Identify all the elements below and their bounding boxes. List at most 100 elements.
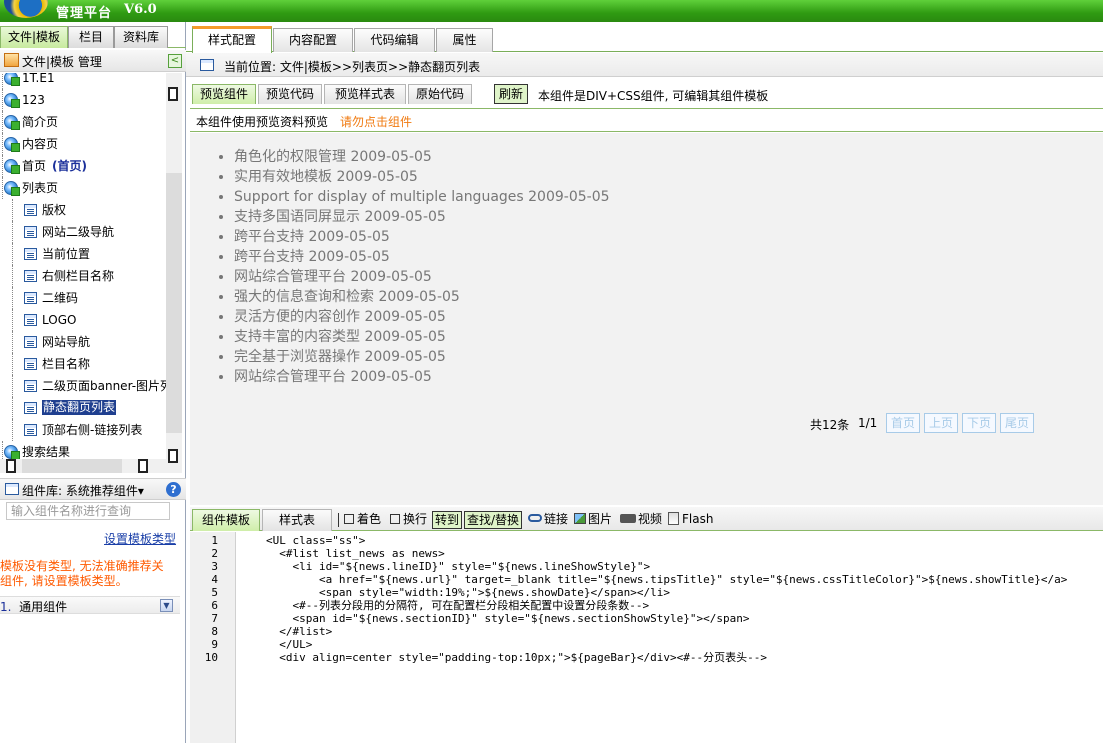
syntax-color-toggle[interactable]: 着色 — [344, 511, 381, 529]
tree-connector — [12, 287, 13, 309]
tree-vertical-scrollbar[interactable] — [166, 73, 182, 473]
find-replace-button[interactable]: 查找/替换 — [464, 511, 523, 529]
tree-node-component[interactable]: LOGO — [0, 309, 166, 331]
tab-stylesheet[interactable]: 样式表 — [262, 509, 332, 531]
tree-node-component[interactable]: 网站导航 — [0, 331, 166, 353]
tree-node-label[interactable]: 首页 — [22, 155, 46, 177]
news-item: 灵活方便的内容创作 2009-05-05 — [234, 307, 610, 327]
goto-button[interactable]: 转到 — [432, 511, 463, 529]
set-template-type-link[interactable]: 设置模板类型 — [104, 530, 176, 547]
scroll-left-button[interactable] — [6, 459, 16, 473]
tree-node-label[interactable]: 顶部右侧-链接列表 — [42, 419, 142, 441]
tab-preview-stylesheet[interactable]: 预览样式表 — [324, 84, 406, 104]
tab-component-template[interactable]: 组件模板 — [192, 509, 260, 531]
tree-node-label[interactable]: 二维码 — [42, 287, 78, 309]
code-line[interactable]: <span id="${news.sectionID}" style="${ne… — [266, 612, 749, 625]
code-line[interactable]: <#list list_news as news> — [266, 547, 445, 560]
tree-node-page[interactable]: 简介页 — [0, 111, 166, 133]
code-line[interactable]: <#--列表分段用的分隔符, 可在配置栏分段相关配置中设置分段条数--> — [266, 599, 649, 612]
scrollbar-thumb[interactable] — [22, 459, 122, 473]
tree-node-page[interactable]: 1T.E1 — [0, 73, 166, 89]
tree-node-component[interactable]: 顶部右侧-链接列表 — [0, 419, 166, 441]
collapse-panel-button[interactable]: < — [168, 54, 182, 68]
tree-node-label[interactable]: 当前位置 — [42, 243, 90, 265]
help-icon[interactable]: ? — [166, 482, 181, 497]
tab-content-config[interactable]: 内容配置 — [273, 28, 353, 52]
tree-node-component[interactable]: 版权 — [0, 199, 166, 221]
tree-node-label[interactable]: 网站二级导航 — [42, 221, 114, 243]
group-title: 通用组件 — [19, 600, 68, 614]
next-page-button[interactable]: 下页 — [962, 413, 996, 433]
tree-node-label[interactable]: 静态翻页列表 — [42, 400, 117, 415]
tab-code-edit[interactable]: 代码编辑 — [354, 28, 435, 52]
component-search-input[interactable] — [6, 502, 170, 520]
tree-node-label[interactable]: 栏目名称 — [42, 353, 90, 375]
tree-horizontal-scrollbar[interactable] — [0, 459, 166, 473]
code-line[interactable]: <div align=center style="padding-top:10p… — [266, 651, 767, 664]
insert-image-button[interactable]: 图片 — [574, 511, 612, 529]
group-label: 1. 通用组件 — [0, 598, 67, 615]
prev-page-button[interactable]: 上页 — [924, 413, 958, 433]
component-library-title[interactable]: 组件库: 系统推荐组件▾ — [22, 482, 144, 499]
word-wrap-toggle[interactable]: 换行 — [390, 511, 427, 529]
tree-node-component[interactable]: 当前位置 — [0, 243, 166, 265]
checkbox-icon[interactable] — [344, 514, 354, 524]
component-library-header[interactable]: 组件库: 系统推荐组件▾ ? — [0, 478, 186, 500]
tree-node-label[interactable]: 版权 — [42, 199, 66, 221]
first-page-button[interactable]: 首页 — [886, 413, 920, 433]
code-line[interactable]: <li id="${news.lineID}" style="${news.li… — [266, 560, 650, 573]
tab-preview-component[interactable]: 预览组件 — [192, 84, 256, 104]
insert-video-button[interactable]: 视频 — [620, 511, 662, 529]
code-line[interactable]: <span style="width:19%;">${news.showDate… — [266, 586, 670, 599]
tree-node-label[interactable]: 1T.E1 — [22, 73, 55, 89]
component-group-general[interactable]: 1. 通用组件 ▼ — [0, 596, 180, 614]
expand-down-icon[interactable]: ▼ — [160, 599, 173, 612]
scrollbar-thumb[interactable] — [166, 173, 182, 433]
logo-icon — [4, 0, 48, 18]
tree-node-label[interactable]: LOGO — [42, 309, 76, 331]
tab-columns[interactable]: 栏目 — [68, 26, 114, 48]
tree-node-label[interactable]: 简介页 — [22, 111, 58, 133]
code-line[interactable]: <a href="${news.url}" target=_blank titl… — [266, 573, 1067, 586]
tab-style-config[interactable]: 样式配置 — [192, 26, 272, 53]
tab-preview-code[interactable]: 预览代码 — [258, 84, 322, 104]
tree-node-component[interactable]: 静态翻页列表 — [0, 397, 166, 419]
refresh-button[interactable]: 刷新 — [494, 84, 528, 104]
tree-node-label[interactable]: 123 — [22, 89, 45, 111]
tree-node-component[interactable]: 二维码 — [0, 287, 166, 309]
tree-node-label[interactable]: 网站导航 — [42, 331, 90, 353]
preview-info-bar: 本组件使用预览资料预览 请勿点击组件 — [190, 108, 1103, 132]
tree-node-page[interactable]: 首页 (首页) — [0, 155, 166, 177]
tree-node-component[interactable]: 栏目名称 — [0, 353, 166, 375]
checkbox-icon[interactable] — [390, 514, 400, 524]
scroll-down-button[interactable] — [168, 449, 178, 463]
tab-properties[interactable]: 属性 — [436, 28, 493, 52]
code-line[interactable]: </#list> — [266, 625, 332, 638]
component-icon — [24, 358, 37, 370]
tab-files-templates[interactable]: 文件|模板 — [0, 26, 68, 48]
tree-node-page[interactable]: 列表页 — [0, 177, 166, 199]
insert-flash-button[interactable]: Flash — [668, 511, 713, 529]
tab-library[interactable]: 资料库 — [114, 26, 168, 48]
video-icon — [620, 514, 636, 523]
code-editor[interactable]: 1 2 3 4 5 6 7 8 9 10 <UL class="ss"> <#list list_… — [190, 532, 1103, 743]
tree-node-component[interactable]: 网站二级导航 — [0, 221, 166, 243]
tree-node-label[interactable]: 二级页面banner-图片列 — [42, 375, 166, 397]
code-line[interactable]: </UL> — [266, 638, 312, 651]
line-number: 4 — [211, 573, 218, 586]
tab-raw-code[interactable]: 原始代码 — [408, 84, 472, 104]
tree-node-component[interactable]: 二级页面banner-图片列 — [0, 375, 166, 397]
tree-node-component[interactable]: 右侧栏目名称 — [0, 265, 166, 287]
news-item: 跨平台支持 2009-05-05 — [234, 227, 610, 247]
insert-link-button[interactable]: 链接 — [528, 511, 568, 529]
last-page-button[interactable]: 尾页 — [1000, 413, 1034, 433]
tree-node-label[interactable]: 内容页 — [22, 133, 58, 155]
tree-node-label[interactable]: 右侧栏目名称 — [42, 265, 114, 287]
tree-node-page[interactable]: 123 — [0, 89, 166, 111]
news-item: 跨平台支持 2009-05-05 — [234, 247, 610, 267]
scroll-right-button[interactable] — [138, 459, 148, 473]
tree-node-page[interactable]: 内容页 — [0, 133, 166, 155]
tree-node-label[interactable]: 列表页 — [22, 177, 58, 199]
scroll-up-button[interactable] — [168, 87, 178, 101]
code-line[interactable]: <UL class="ss"> — [266, 534, 365, 547]
